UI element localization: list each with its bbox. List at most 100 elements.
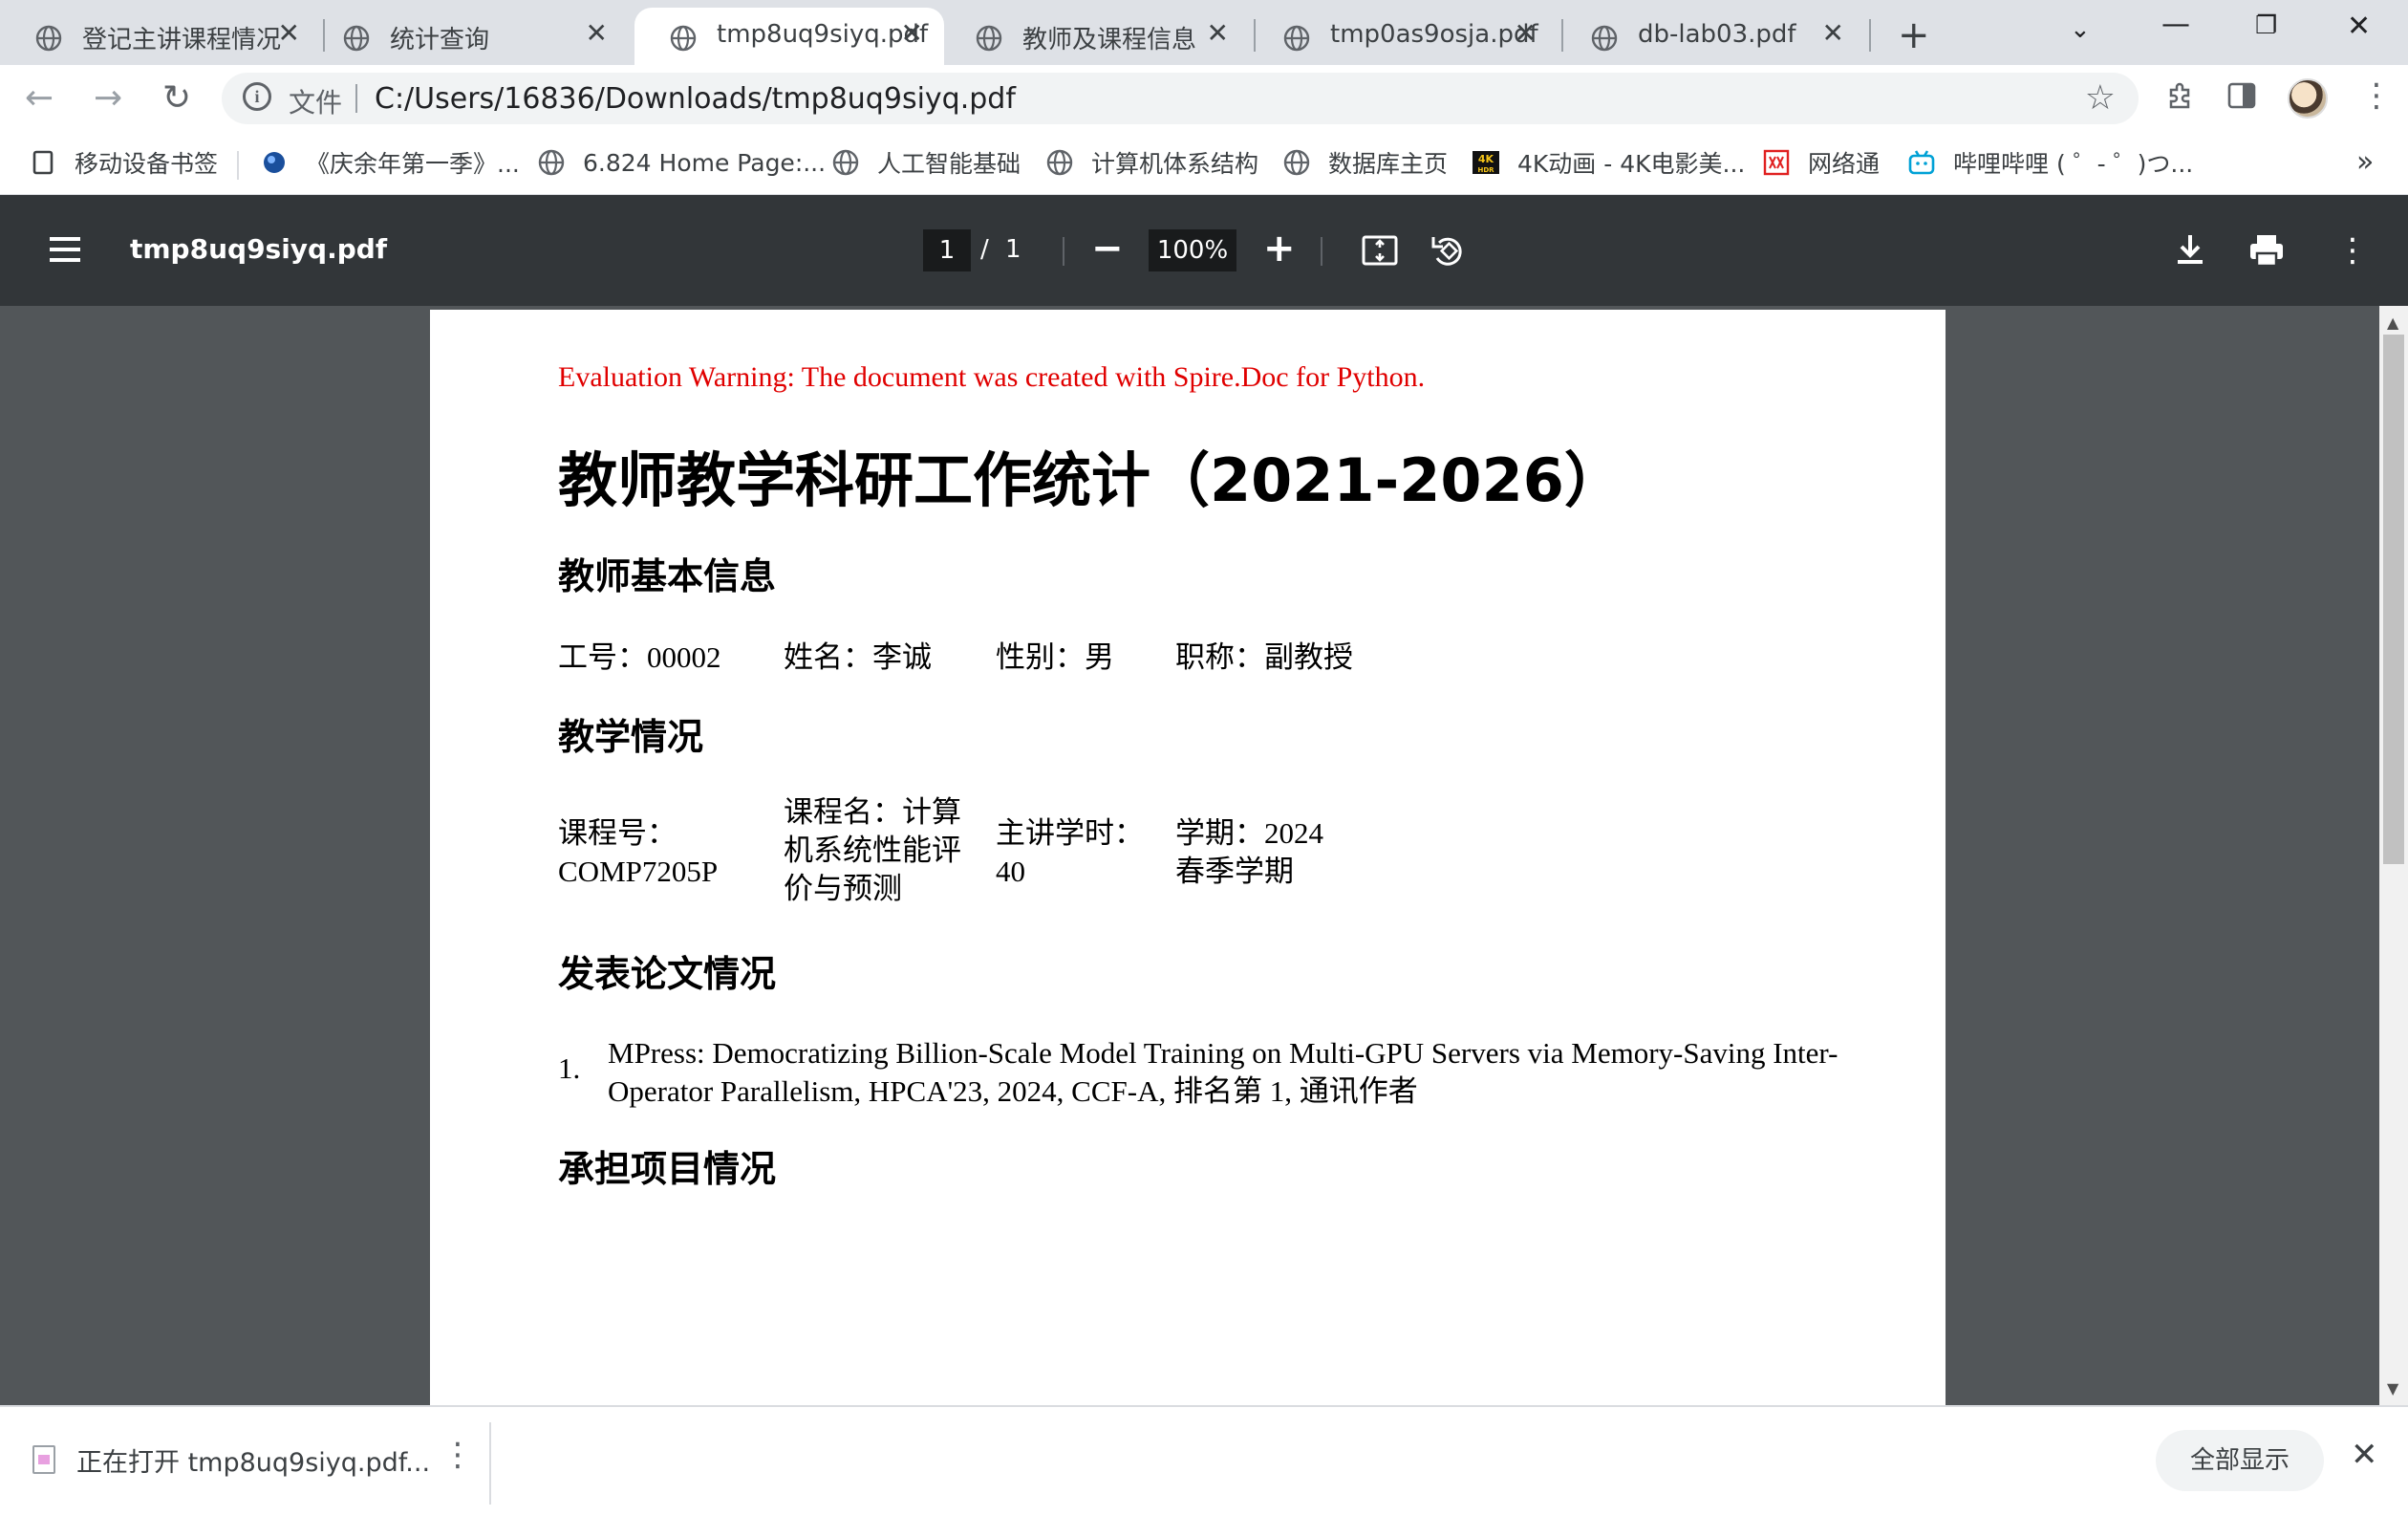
bookmarks-bar: 移动设备书签 《庆余年第一季》... 6.824 Home Page:... 人… bbox=[0, 132, 2408, 195]
side-panel-icon[interactable] bbox=[2226, 80, 2257, 119]
tab-4[interactable]: 教师及课程信息 ✕ bbox=[940, 8, 1250, 65]
bookmark-item[interactable]: 移动设备书签 bbox=[29, 143, 218, 182]
rotate-icon[interactable] bbox=[1428, 229, 1470, 271]
close-window-icon[interactable]: ✕ bbox=[2347, 10, 2371, 43]
menu-icon[interactable] bbox=[50, 237, 80, 262]
browser-toolbar: ← → ↻ i 文件 C:/Users/16836/Downloads/tmp8… bbox=[0, 65, 2408, 132]
pdf-viewer[interactable]: Evaluation Warning: The document was cre… bbox=[0, 306, 2379, 1405]
tab-label: 统计查询 bbox=[390, 26, 490, 54]
vertical-scrollbar[interactable]: ▲ ▼ bbox=[2379, 306, 2408, 1405]
tab-6[interactable]: db-lab03.pdf ✕ bbox=[1556, 8, 1865, 65]
show-all-button[interactable]: 全部显示 bbox=[2156, 1430, 2324, 1491]
profile-avatar[interactable] bbox=[2288, 78, 2328, 119]
mobile-bookmarks-icon bbox=[32, 150, 54, 175]
bookmark-label: 《庆余年第一季》... bbox=[306, 150, 520, 178]
teacher-title: 职称：副教授 bbox=[1175, 640, 1353, 674]
zoom-out-icon[interactable]: − bbox=[1091, 227, 1124, 270]
zoom-in-icon[interactable]: + bbox=[1263, 227, 1296, 270]
teacher-name: 姓名：李诚 bbox=[784, 640, 932, 674]
pdf-page: Evaluation Warning: The document was cre… bbox=[430, 310, 1946, 1405]
globe-icon bbox=[1591, 25, 1618, 52]
minimize-icon[interactable]: — bbox=[2161, 8, 2190, 41]
tab-search-chevron-icon[interactable]: ⌄ bbox=[2070, 15, 2091, 44]
shelf-divider bbox=[489, 1422, 491, 1505]
tab-2[interactable]: 统计查询 ✕ bbox=[308, 8, 629, 65]
close-tab-icon[interactable]: ✕ bbox=[1822, 17, 1844, 49]
globe-icon bbox=[538, 149, 565, 176]
bookmark-label: 4K动画 - 4K电影美... bbox=[1517, 150, 1746, 178]
paper-entry: MPress: Democratizing Billion-Scale Mode… bbox=[608, 1036, 1838, 1108]
section-basic-info: 教师基本信息 bbox=[558, 555, 777, 597]
browser-menu-icon[interactable]: ⋮ bbox=[2360, 76, 2393, 115]
close-tab-icon[interactable]: ✕ bbox=[1207, 17, 1229, 49]
globe-icon bbox=[35, 25, 62, 52]
bookmark-label: 计算机体系结构 bbox=[1091, 150, 1259, 178]
close-shelf-icon[interactable]: ✕ bbox=[2351, 1436, 2378, 1474]
globe-icon bbox=[670, 25, 697, 52]
bookmark-item[interactable]: 4K HDR 4K动画 - 4K电影美... bbox=[1472, 143, 1745, 182]
tab-3-active[interactable]: tmp8uq9siyq.pdf ✕ bbox=[634, 8, 944, 65]
globe-icon bbox=[1283, 25, 1310, 52]
tab-label: 登记主讲课程情况 bbox=[82, 26, 282, 54]
bookmarks-overflow-icon[interactable]: » bbox=[2356, 145, 2374, 179]
download-status[interactable]: 正在打开 tmp8uq9siyq.pdf... bbox=[76, 1441, 430, 1479]
pdf-toolbar: tmp8uq9siyq.pdf 1 / 1 − 100% + ⋮ bbox=[0, 195, 2408, 306]
forward-icon[interactable]: → bbox=[94, 78, 122, 118]
globe-blue-icon bbox=[264, 152, 285, 173]
restore-icon[interactable]: ❐ bbox=[2255, 11, 2277, 40]
bookmark-star-icon[interactable]: ☆ bbox=[2085, 78, 2116, 118]
zoom-level-input[interactable]: 100% bbox=[1149, 229, 1236, 271]
bookmark-item[interactable]: 人工智能基础 bbox=[831, 143, 1021, 182]
url-text[interactable]: C:/Users/16836/Downloads/tmp8uq9siyq.pdf bbox=[375, 82, 1016, 116]
bookmark-item[interactable]: 网络通 bbox=[1762, 143, 1880, 182]
close-tab-icon[interactable]: ✕ bbox=[278, 17, 300, 49]
download-options-icon[interactable]: ⋮ bbox=[441, 1436, 474, 1474]
bookmark-item[interactable]: 计算机体系结构 bbox=[1045, 143, 1258, 182]
reload-icon[interactable]: ↻ bbox=[162, 78, 191, 118]
tab-label: tmp0as9osja.pdf bbox=[1330, 20, 1538, 49]
fit-to-page-icon[interactable] bbox=[1359, 229, 1401, 271]
bookmark-item[interactable]: 数据库主页 bbox=[1282, 143, 1448, 182]
download-icon[interactable] bbox=[2169, 229, 2211, 271]
globe-icon bbox=[1046, 149, 1073, 176]
close-tab-icon[interactable]: ✕ bbox=[1515, 17, 1537, 49]
tab-label: db-lab03.pdf bbox=[1638, 20, 1796, 49]
back-icon[interactable]: ← bbox=[25, 78, 54, 118]
bookmark-item[interactable]: 哔哩哔哩 ( ゜- ゜)つ... bbox=[1907, 143, 2193, 182]
tab-5[interactable]: tmp0as9osja.pdf ✕ bbox=[1248, 8, 1558, 65]
globe-icon bbox=[832, 149, 859, 176]
tab-strip: 登记主讲课程情况 ✕ 统计查询 ✕ tmp8uq9siyq.pdf ✕ 教师及课… bbox=[0, 0, 2408, 65]
page-number-input[interactable]: 1 bbox=[923, 229, 971, 271]
course-hours: 主讲学时：40 bbox=[996, 816, 1144, 888]
more-actions-icon[interactable]: ⋮ bbox=[2332, 229, 2374, 271]
extensions-icon[interactable] bbox=[2165, 78, 2198, 119]
bookmark-label: 移动设备书签 bbox=[75, 150, 219, 178]
course-number: 课程号：COMP7205P bbox=[558, 816, 719, 888]
wangluotong-icon bbox=[1763, 149, 1790, 176]
print-icon[interactable] bbox=[2246, 229, 2288, 271]
bookmark-label: 人工智能基础 bbox=[877, 150, 1021, 178]
scroll-down-arrow-icon[interactable]: ▼ bbox=[2387, 1379, 2398, 1397]
page-total: 1 bbox=[1005, 235, 1021, 264]
download-shelf: 正在打开 tmp8uq9siyq.pdf... ⋮ 全部显示 ✕ bbox=[0, 1405, 2408, 1516]
close-tab-icon[interactable]: ✕ bbox=[901, 17, 923, 49]
new-tab-icon[interactable]: + bbox=[1898, 13, 1930, 57]
bookmark-item[interactable]: 6.824 Home Page:... bbox=[537, 143, 826, 182]
globe-icon bbox=[343, 25, 370, 52]
tab-1[interactable]: 登记主讲课程情况 ✕ bbox=[0, 8, 321, 65]
bookmark-item[interactable]: 《庆余年第一季》... bbox=[260, 143, 520, 182]
paper-number: 1. bbox=[558, 1051, 581, 1085]
scroll-up-arrow-icon[interactable]: ▲ bbox=[2387, 314, 2398, 332]
tab-divider bbox=[1869, 19, 1871, 52]
info-icon[interactable]: i bbox=[243, 82, 271, 111]
page-separator: / bbox=[980, 235, 989, 264]
address-bar[interactable]: i 文件 C:/Users/16836/Downloads/tmp8uq9siy… bbox=[222, 73, 2139, 124]
bookmarks-divider bbox=[237, 151, 239, 180]
section-projects: 承担项目情况 bbox=[558, 1148, 777, 1190]
svg-text:4K: 4K bbox=[1478, 153, 1494, 165]
section-teaching: 教学情况 bbox=[558, 716, 704, 758]
section-papers: 发表论文情况 bbox=[558, 953, 777, 995]
scrollbar-thumb[interactable] bbox=[2383, 335, 2404, 864]
close-tab-icon[interactable]: ✕ bbox=[586, 17, 608, 49]
pdf-file-icon bbox=[32, 1445, 55, 1474]
